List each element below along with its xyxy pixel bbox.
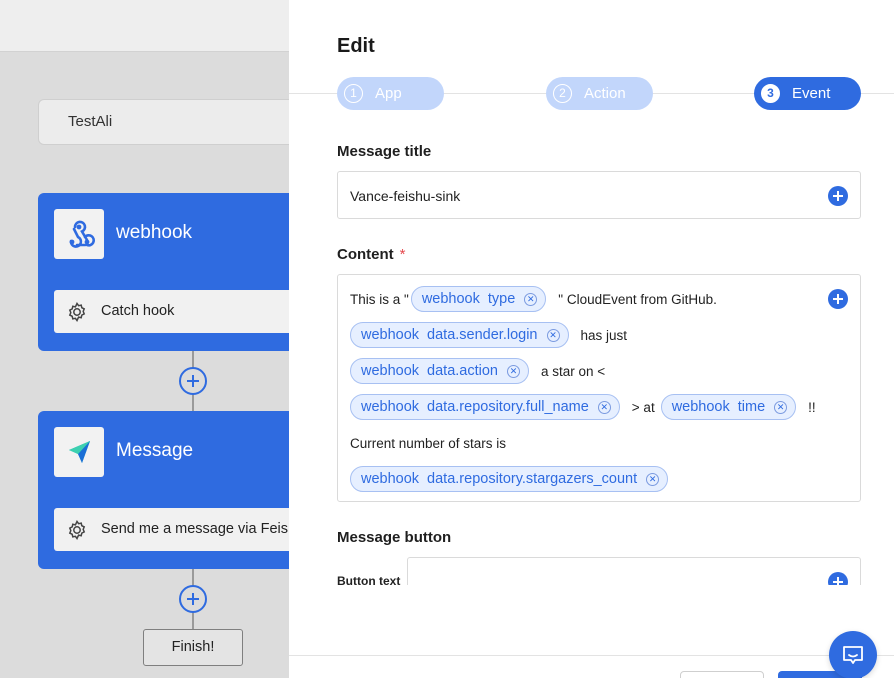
content-text: has just — [580, 327, 628, 343]
message-title-value: Vance-feishu-sink — [350, 188, 461, 204]
node-action-row[interactable]: Send me a message via Feishu — [54, 508, 289, 551]
add-step-button[interactable] — [179, 367, 207, 395]
content-line: Current number of stars is — [350, 430, 506, 456]
gear-icon — [66, 301, 88, 328]
step-number: 3 — [761, 84, 780, 103]
content-label-text: Content — [337, 246, 394, 263]
node-title: Message — [116, 440, 194, 461]
edit-drawer: Edit 1 App 2 Action 3 Event Message titl… — [289, 0, 894, 678]
content-text: !! — [808, 399, 816, 415]
message-title-input[interactable]: Vance-feishu-sink — [337, 171, 861, 219]
gear-icon — [66, 519, 88, 546]
cancel-button[interactable] — [680, 671, 764, 678]
chip-field: data.repository.full_name — [427, 399, 589, 415]
canvas-toolbar — [0, 0, 289, 52]
content-text: " CloudEvent from GitHub. — [558, 291, 717, 307]
content-text: a star on < — [541, 363, 606, 379]
chip-field: data.action — [427, 363, 498, 379]
variable-chip[interactable]: webhook data.action ✕ — [350, 358, 529, 384]
finish-button[interactable]: Finish! — [143, 629, 243, 666]
chip-source: webhook — [671, 399, 730, 415]
help-chat-button[interactable] — [829, 631, 877, 678]
insert-variable-button[interactable] — [828, 186, 848, 206]
insert-variable-button[interactable] — [828, 572, 848, 585]
chip-remove-icon[interactable]: ✕ — [646, 472, 660, 486]
content-line: webhook data.action ✕ a star on < — [350, 358, 609, 384]
content-line: webhook data.repository.stargazers_count… — [350, 466, 669, 492]
content-line: webhook data.sender.login ✕ has just — [350, 322, 631, 348]
workflow-canvas: TestAli webhook Catch hook Message Send … — [0, 0, 289, 678]
variable-chip[interactable]: webhook type ✕ — [410, 286, 547, 312]
node-subtitle: Catch hook — [101, 303, 175, 319]
node-subtitle: Send me a message via Feishu — [101, 521, 289, 537]
content-editor[interactable]: This is a " webhook type ✕ " CloudEvent … — [337, 274, 861, 502]
chip-field: time — [737, 399, 766, 415]
step-label: App — [375, 85, 402, 102]
chip-field: type — [487, 291, 516, 307]
footer-divider — [289, 655, 894, 656]
plus-icon — [187, 593, 199, 605]
node-message[interactable]: Message Send me a message via Feishu — [38, 411, 289, 569]
chip-field: data.sender.login — [427, 327, 538, 343]
chip-remove-icon[interactable]: ✕ — [524, 292, 538, 306]
button-text-label: Button text — [337, 574, 401, 588]
variable-chip[interactable]: webhook data.repository.full_name ✕ — [350, 394, 620, 420]
drawer-title: Edit — [337, 35, 375, 57]
message-button-label: Message button — [337, 529, 452, 546]
content-label: Content * — [337, 246, 406, 263]
step-event[interactable]: 3 Event — [754, 77, 861, 110]
chip-source: webhook — [361, 471, 420, 487]
step-number: 1 — [344, 84, 363, 103]
flow-name-field[interactable]: TestAli — [38, 99, 289, 145]
feishu-icon — [54, 427, 104, 477]
chip-remove-icon[interactable]: ✕ — [597, 400, 611, 414]
chip-remove-icon[interactable]: ✕ — [546, 328, 560, 342]
step-label: Action — [584, 85, 626, 102]
chip-source: webhook — [361, 363, 420, 379]
content-text: > at — [631, 399, 655, 415]
add-step-button[interactable] — [179, 585, 207, 613]
plus-icon — [833, 191, 843, 201]
plus-icon — [833, 294, 843, 304]
node-webhook[interactable]: webhook Catch hook — [38, 193, 289, 351]
node-title: webhook — [116, 222, 193, 243]
step-label: Event — [792, 85, 831, 102]
variable-chip[interactable]: webhook time ✕ — [660, 394, 797, 420]
button-text-input[interactable] — [407, 557, 861, 585]
chat-icon — [843, 646, 863, 664]
plus-icon — [833, 577, 843, 585]
chip-source: webhook — [361, 327, 420, 343]
content-text: Current number of stars is — [350, 435, 507, 451]
chip-field: data.repository.stargazers_count — [427, 471, 638, 487]
variable-chip[interactable]: webhook data.sender.login ✕ — [350, 322, 569, 348]
step-action[interactable]: 2 Action — [546, 77, 653, 110]
chip-source: webhook — [361, 399, 420, 415]
content-line: This is a " webhook type ✕ " CloudEvent … — [350, 286, 721, 312]
chip-remove-icon[interactable]: ✕ — [774, 400, 788, 414]
insert-variable-button[interactable] — [828, 289, 848, 309]
webhook-icon — [54, 209, 104, 259]
step-app[interactable]: 1 App — [337, 77, 444, 110]
message-title-label: Message title — [337, 143, 432, 160]
content-line: webhook data.repository.full_name ✕ > at… — [350, 394, 820, 420]
required-mark: * — [399, 246, 406, 263]
chip-source: webhook — [421, 291, 480, 307]
node-trigger-row[interactable]: Catch hook — [54, 290, 289, 333]
content-text: This is a " — [350, 291, 409, 307]
plus-icon — [187, 375, 199, 387]
chip-remove-icon[interactable]: ✕ — [507, 364, 520, 378]
step-number: 2 — [553, 84, 572, 103]
variable-chip[interactable]: webhook data.repository.stargazers_count… — [350, 466, 669, 492]
